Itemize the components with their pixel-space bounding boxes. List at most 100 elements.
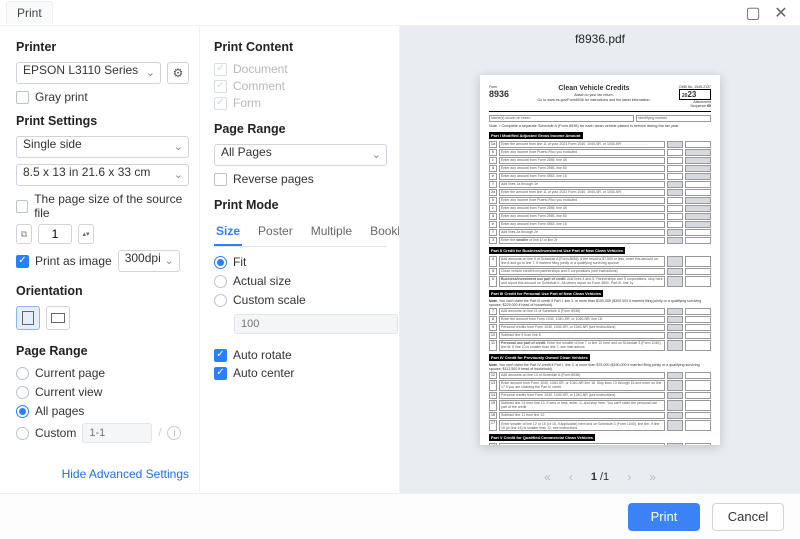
footer: Print Cancel xyxy=(0,493,800,539)
duplex-selected-value: Single side xyxy=(16,136,189,158)
orientation-section-title: Orientation xyxy=(16,284,189,298)
printer-settings-button[interactable]: ⚙ xyxy=(167,62,189,84)
radio-icon xyxy=(16,427,29,440)
copies-stepper[interactable]: ▴▾ xyxy=(78,224,94,244)
print-settings-section-title: Print Settings xyxy=(16,114,189,128)
range-custom-input[interactable] xyxy=(82,423,152,443)
preview-pager: « ‹ 1 /1 › » xyxy=(400,461,800,493)
printer-select[interactable]: EPSON L3110 Series xyxy=(16,62,161,84)
content-document-checkbox: Document xyxy=(214,62,387,76)
radio-icon xyxy=(214,294,227,307)
middle-panel: Print Content Document Comment Form Page… xyxy=(200,26,400,493)
info-icon[interactable]: i xyxy=(167,426,181,440)
checkbox-icon xyxy=(16,91,29,104)
form-id-label: Identifying number xyxy=(636,115,711,122)
hide-advanced-link[interactable]: Hide Advanced Settings xyxy=(16,467,189,481)
page-range-section-title: Page Range xyxy=(16,344,189,358)
pager-prev-button[interactable]: ‹ xyxy=(569,470,573,484)
form-number: 8936 xyxy=(489,89,509,99)
tab-size[interactable]: Size xyxy=(214,220,242,246)
form-part-1: Part I Modified Adjusted Gross Income Am… xyxy=(489,132,583,139)
range-current-page-radio[interactable]: Current page xyxy=(16,366,189,380)
reverse-pages-checkbox[interactable]: Reverse pages xyxy=(214,172,387,186)
window-controls: ▢ ✕ xyxy=(742,2,792,24)
gray-print-label: Gray print xyxy=(35,90,88,104)
portrait-icon xyxy=(22,311,34,325)
radio-icon xyxy=(214,256,227,269)
pager-page-indicator: 1 /1 xyxy=(591,471,609,483)
copies-input[interactable] xyxy=(38,224,72,244)
checkbox-icon xyxy=(214,80,227,93)
pager-current: 1 xyxy=(591,471,597,483)
content-comment-checkbox: Comment xyxy=(214,79,387,93)
scale-actual-radio[interactable]: Actual size xyxy=(214,274,387,288)
range-current-view-radio[interactable]: Current view xyxy=(16,385,189,399)
dpi-value: 300dpi xyxy=(118,250,180,272)
left-panel: Printer EPSON L3110 Series ⚙ Gray print … xyxy=(0,26,200,493)
form-year: 23 xyxy=(687,90,696,99)
pager-last-button[interactable]: » xyxy=(649,470,656,484)
window-title: Print xyxy=(6,1,53,24)
content-document-label: Document xyxy=(233,62,288,76)
form-note: Note. • Complete a separate Schedule A (… xyxy=(489,124,711,128)
range-custom-row: Custom / i xyxy=(16,423,189,443)
range-all-pages-radio[interactable]: All pages xyxy=(16,404,189,418)
reverse-pages-label: Reverse pages xyxy=(233,172,314,186)
tab-poster[interactable]: Poster xyxy=(256,220,295,246)
radio-icon xyxy=(214,275,227,288)
range-custom-label: Custom xyxy=(35,426,76,440)
tab-multiple[interactable]: Multiple xyxy=(309,220,354,246)
scale-actual-label: Actual size xyxy=(233,274,291,288)
print-content-section-title: Print Content xyxy=(214,40,387,54)
orientation-landscape-button[interactable] xyxy=(46,306,70,330)
content-form-label: Form xyxy=(233,96,261,110)
radio-icon xyxy=(16,405,29,418)
checkbox-icon xyxy=(214,173,227,186)
source-page-size-label: The page size of the source file xyxy=(34,192,189,220)
print-as-image-checkbox[interactable]: Print as image xyxy=(16,254,112,268)
maximize-button[interactable]: ▢ xyxy=(742,2,764,24)
radio-icon xyxy=(16,386,29,399)
pager-first-button[interactable]: « xyxy=(544,470,551,484)
close-button[interactable]: ✕ xyxy=(770,2,792,24)
scale-custom-label: Custom scale xyxy=(233,293,306,307)
pager-next-button[interactable]: › xyxy=(627,470,631,484)
range-divider: / xyxy=(158,427,161,439)
checkbox-icon xyxy=(16,200,28,213)
form-instructions: Go to www.irs.gov/Form8936 for instructi… xyxy=(509,98,679,102)
auto-rotate-label: Auto rotate xyxy=(233,348,292,362)
print-mode-section-title: Print Mode xyxy=(214,198,387,212)
range-custom-radio[interactable]: Custom xyxy=(16,426,76,440)
checkbox-icon xyxy=(214,349,227,362)
landscape-icon xyxy=(51,313,65,323)
auto-rotate-checkbox[interactable]: Auto rotate xyxy=(214,348,387,362)
checkbox-icon xyxy=(16,255,29,268)
duplex-select[interactable]: Single side xyxy=(16,136,189,158)
orientation-portrait-button[interactable] xyxy=(16,306,40,330)
print-as-image-label: Print as image xyxy=(35,254,112,268)
checkbox-icon xyxy=(214,97,227,110)
scale-fit-label: Fit xyxy=(233,255,246,269)
titlebar: Print ▢ ✕ xyxy=(0,0,800,26)
dpi-select[interactable]: 300dpi xyxy=(118,250,180,272)
gray-print-checkbox[interactable]: Gray print xyxy=(16,90,189,104)
cancel-button[interactable]: Cancel xyxy=(712,503,784,531)
auto-center-checkbox[interactable]: Auto center xyxy=(214,366,387,380)
print-dialog: { "title": "Print", "window_controls": {… xyxy=(0,0,800,539)
source-page-size-checkbox[interactable]: The page size of the source file xyxy=(16,192,189,220)
form-part-4: Part IV Credit for Previously Owned Clea… xyxy=(489,354,590,361)
paper-size-select[interactable]: 8.5 x 13 in 21.6 x 33 cm xyxy=(16,164,189,186)
scale-custom-radio[interactable]: Custom scale xyxy=(214,293,387,307)
form-part-3: Part III Credit for Personal Use Part of… xyxy=(489,290,603,297)
custom-scale-input[interactable] xyxy=(234,314,398,334)
gear-icon: ⚙ xyxy=(173,66,184,80)
tab-booklet[interactable]: Booklet xyxy=(368,220,400,246)
print-button[interactable]: Print xyxy=(628,503,700,531)
pager-total: /1 xyxy=(600,471,609,483)
printer-section-title: Printer xyxy=(16,40,189,54)
form-part-5: Part V Credit for Qualified Commercial C… xyxy=(489,434,595,441)
form-name-label: Name(s) shown on return xyxy=(489,115,634,122)
scale-fit-radio[interactable]: Fit xyxy=(214,255,387,269)
page-range-select[interactable]: All Pages xyxy=(214,144,387,166)
dialog-body: Printer EPSON L3110 Series ⚙ Gray print … xyxy=(0,26,800,493)
